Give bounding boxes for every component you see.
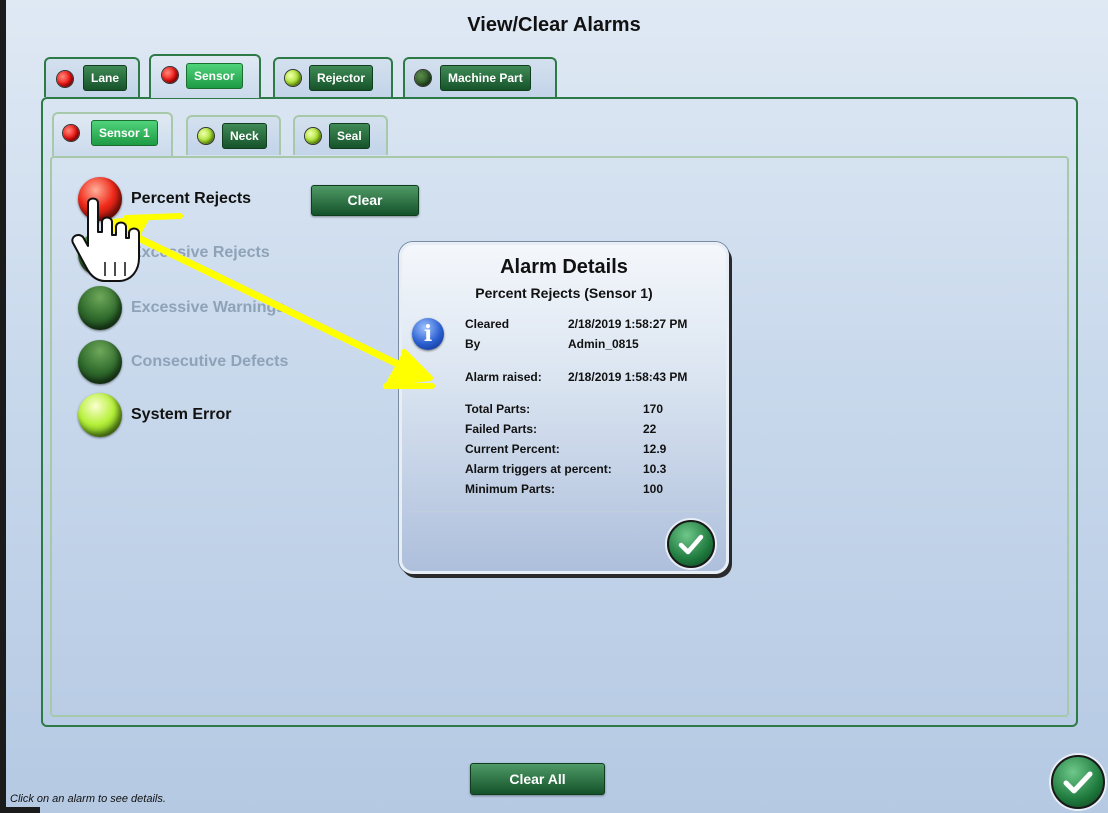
alarm-led-percent-rejects[interactable]	[78, 177, 122, 221]
status-bar-text: Click on an alarm to see details.	[10, 793, 166, 805]
tab-seal[interactable]: Seal	[293, 115, 388, 155]
alarm-led-system-error[interactable]	[78, 393, 122, 437]
window-ok-button[interactable]	[1051, 755, 1105, 809]
machine-part-status-led	[415, 70, 431, 86]
by-value: Admin_0815	[568, 337, 639, 351]
tab-rejector[interactable]: Rejector	[273, 57, 393, 97]
tab-rejector-label: Rejector	[309, 65, 374, 91]
dialog-ok-button[interactable]	[667, 520, 715, 568]
cleared-value: 2/18/2019 1:58:27 PM	[568, 317, 688, 331]
checkmark-icon	[1063, 771, 1093, 794]
window-frame-edge	[0, 0, 6, 813]
alarm-label-percent-rejects[interactable]: Percent Rejects	[131, 190, 251, 208]
tab-neck-label: Neck	[222, 123, 267, 149]
stat-label: Failed Parts:	[465, 422, 538, 436]
stat-value: 170	[643, 402, 664, 416]
dialog-title: Alarm Details	[500, 256, 628, 278]
alarm-led-excessive-warnings[interactable]	[78, 286, 122, 330]
stat-value: 12.9	[643, 442, 667, 456]
tab-sensor-1-label: Sensor 1	[91, 120, 158, 146]
window-frame-corner	[0, 807, 40, 813]
tab-sensor-label: Sensor	[186, 63, 243, 89]
alarm-details-dialog: Alarm Details Percent Rejects (Sensor 1)…	[399, 242, 729, 574]
alarm-label-system-error[interactable]: System Error	[131, 406, 232, 424]
tab-lane[interactable]: Lane	[44, 57, 140, 97]
dialog-divider	[410, 511, 718, 512]
alarm-led-consecutive-defects[interactable]	[78, 340, 122, 384]
alarm-label-excessive-rejects[interactable]: Excessive Rejects	[131, 244, 270, 262]
stat-value: 100	[643, 482, 664, 496]
cleared-label: Cleared	[465, 317, 510, 331]
window-title: View/Clear Alarms	[467, 14, 641, 36]
tab-machine-part[interactable]: Machine Part	[403, 57, 557, 97]
alarm-raised-label: Alarm raised:	[465, 370, 542, 384]
info-icon: i	[412, 318, 444, 350]
stat-value: 22	[643, 422, 657, 436]
dialog-subtitle: Percent Rejects (Sensor 1)	[475, 285, 653, 301]
tab-lane-label: Lane	[83, 65, 128, 91]
sensor-status-led	[162, 67, 178, 83]
stat-label: Total Parts:	[465, 402, 531, 416]
clear-button[interactable]: Clear	[311, 185, 419, 216]
checkmark-icon	[678, 534, 704, 555]
by-label: By	[465, 337, 481, 351]
stat-value: 10.3	[643, 462, 667, 476]
stat-label: Alarm triggers at percent:	[465, 462, 612, 476]
stat-label: Current Percent:	[465, 442, 560, 456]
tab-sensor-1[interactable]: Sensor 1	[52, 112, 173, 156]
stat-label: Minimum Parts:	[465, 482, 556, 496]
rejector-status-led	[285, 70, 301, 86]
lane-status-led	[57, 71, 73, 87]
tab-seal-label: Seal	[329, 123, 370, 149]
tab-sensor[interactable]: Sensor	[149, 54, 261, 98]
alarm-raised-value: 2/18/2019 1:58:43 PM	[568, 370, 688, 384]
alarm-label-consecutive-defects[interactable]: Consecutive Defects	[131, 353, 288, 371]
tab-machine-part-label: Machine Part	[440, 65, 531, 91]
seal-status-led	[305, 128, 321, 144]
alarm-led-excessive-rejects[interactable]	[78, 232, 122, 276]
neck-status-led	[198, 128, 214, 144]
clear-all-button[interactable]: Clear All	[470, 763, 605, 795]
tab-neck[interactable]: Neck	[186, 115, 281, 155]
alarm-label-excessive-warnings[interactable]: Excessive Warnings	[131, 299, 285, 317]
sensor-1-status-led	[63, 125, 79, 141]
